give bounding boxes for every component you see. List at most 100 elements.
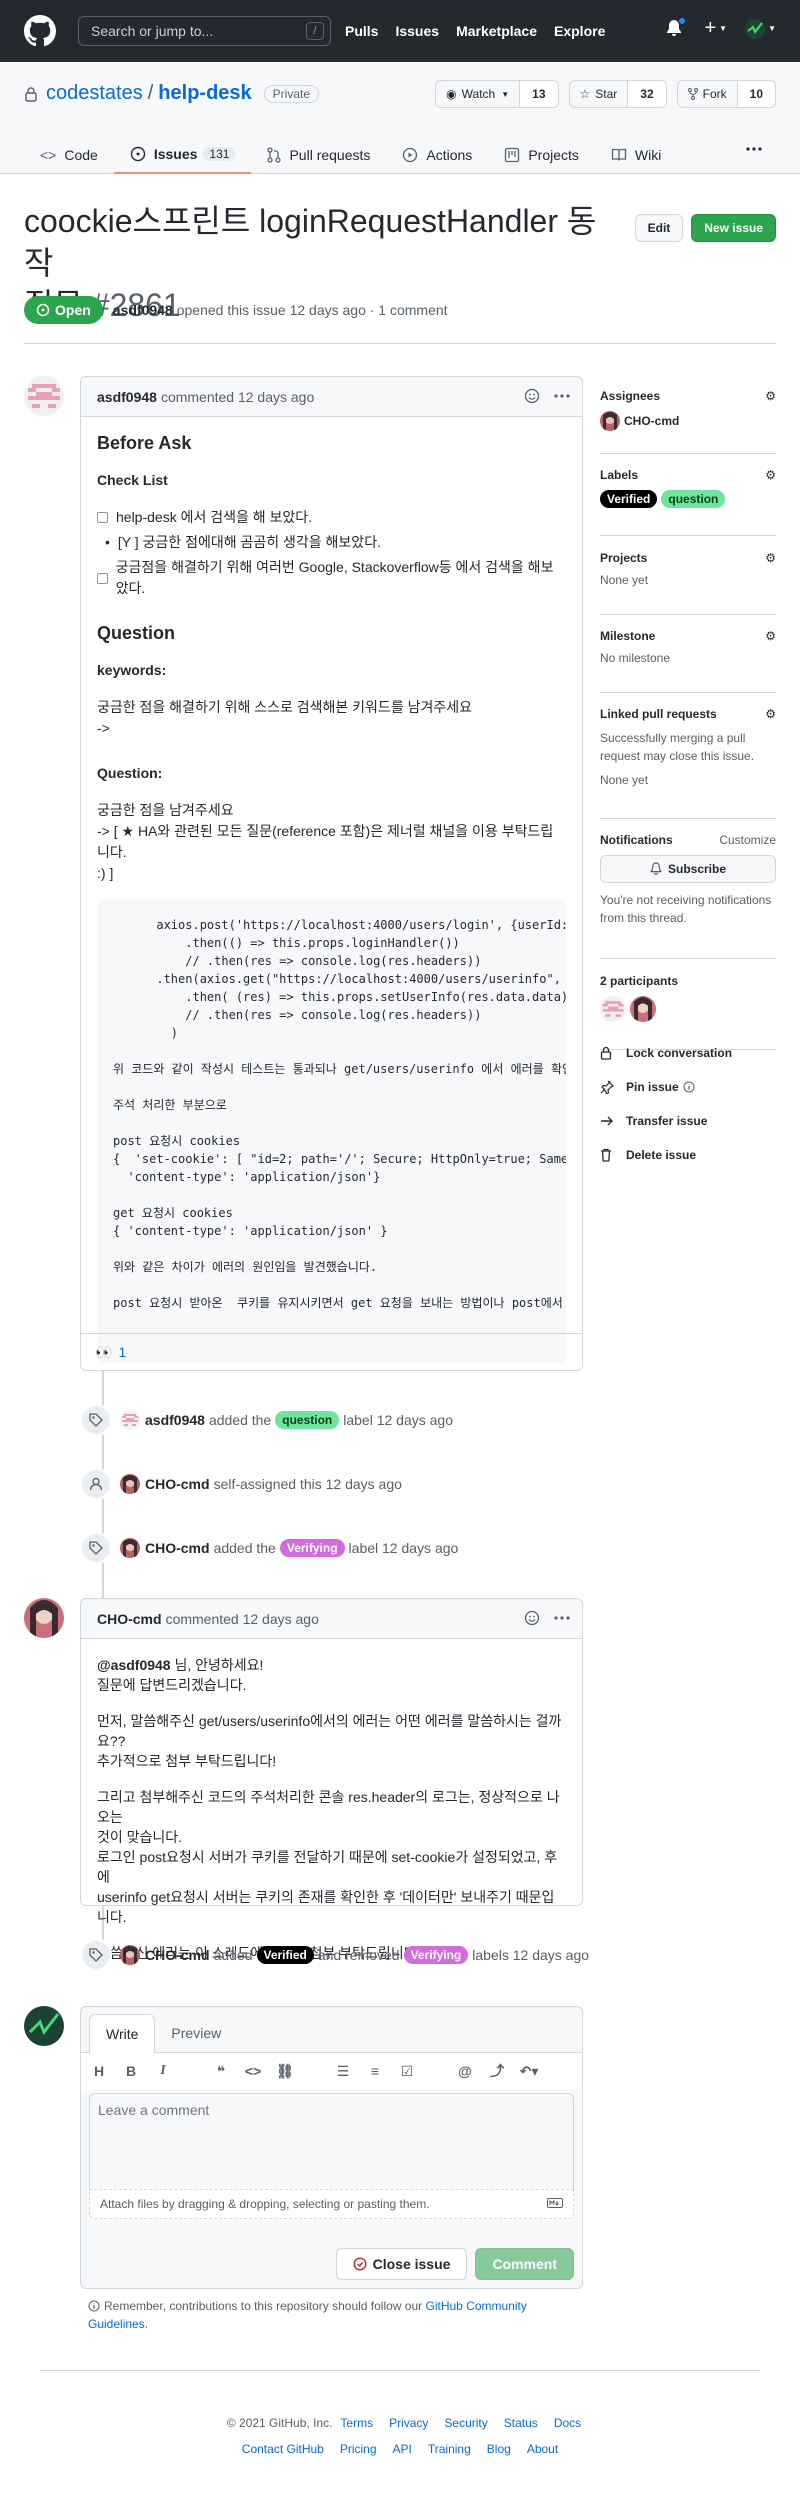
comment-author[interactable]: asdf0948 — [97, 389, 157, 405]
kebab-horizontal-icon[interactable] — [746, 147, 762, 151]
tab-wiki[interactable]: Wiki — [595, 136, 677, 174]
footer-link-training[interactable]: Training — [428, 2442, 471, 2456]
reply-icon[interactable]: ↶▾ — [519, 2063, 539, 2080]
tab-preview[interactable]: Preview — [155, 2014, 237, 2052]
fork-count[interactable]: 10 — [736, 81, 775, 107]
tab-actions[interactable]: Actions — [386, 136, 488, 174]
comment-meta[interactable]: commented 12 days ago — [161, 389, 314, 405]
label-verifying[interactable]: Verifying — [279, 1539, 345, 1557]
github-logo-icon[interactable] — [24, 15, 56, 47]
footer-link-pricing[interactable]: Pricing — [340, 2442, 377, 2456]
footer-link-api[interactable]: API — [393, 2442, 412, 2456]
event-actor[interactable]: asdf0948 — [145, 1412, 205, 1428]
repo-owner-link[interactable]: codestates — [46, 82, 143, 105]
star-button[interactable]: ☆ Star 32 — [568, 80, 667, 108]
heading-icon[interactable]: H — [89, 2063, 109, 2079]
avatar[interactable] — [24, 1598, 64, 1638]
comment-meta[interactable]: commented 12 days ago — [166, 1611, 319, 1627]
bell-icon[interactable] — [666, 16, 687, 38]
checkbox[interactable] — [97, 572, 108, 584]
tab-write[interactable]: Write — [89, 2014, 156, 2053]
attach-files-area[interactable]: Attach files by dragging & dropping, sel… — [89, 2189, 574, 2219]
task-list-icon[interactable]: ☑ — [397, 2063, 417, 2080]
reaction-eyes-button[interactable]: 👀 1 — [95, 1344, 126, 1361]
event-actor[interactable]: CHO-cmd — [145, 1947, 210, 1963]
star-count[interactable]: 32 — [627, 81, 666, 107]
comment-button[interactable]: Comment — [475, 2248, 574, 2280]
avatar[interactable] — [120, 1474, 140, 1494]
issue-author-link[interactable]: asdf0948 — [113, 302, 173, 318]
smiley-icon[interactable] — [524, 1610, 540, 1626]
tab-issues[interactable]: Issues 131 — [113, 136, 252, 174]
label-verified[interactable]: Verified — [256, 1946, 314, 1964]
customize-link[interactable]: Customize — [719, 833, 776, 847]
avatar[interactable] — [120, 1538, 140, 1558]
create-new-dropdown-icon[interactable]: + ▼ — [704, 17, 727, 40]
sidebar-section-title[interactable]: Assignees ⚙ — [600, 389, 776, 403]
label-question[interactable]: question — [661, 490, 726, 508]
avatar[interactable] — [120, 1945, 140, 1965]
tab-pull-requests[interactable]: Pull requests — [251, 136, 386, 174]
footer-link-status[interactable]: Status — [504, 2416, 538, 2430]
watch-count[interactable]: 13 — [519, 81, 558, 107]
new-issue-button[interactable]: New issue — [691, 214, 776, 242]
label-verifying[interactable]: Verifying — [403, 1946, 469, 1964]
avatar[interactable] — [600, 996, 626, 1022]
cross-reference-icon[interactable]: ⤴ — [487, 2061, 507, 2081]
sidebar-section-title[interactable]: Linked pull requests ⚙ — [600, 707, 776, 721]
comment-author[interactable]: CHO-cmd — [97, 1611, 162, 1627]
gear-icon[interactable]: ⚙ — [765, 389, 776, 403]
footer-link-contact[interactable]: Contact GitHub — [242, 2442, 324, 2456]
checkbox[interactable] — [97, 512, 108, 523]
event-actor[interactable]: CHO-cmd — [145, 1476, 210, 1492]
nav-marketplace[interactable]: Marketplace — [456, 23, 537, 39]
avatar[interactable] — [120, 1410, 140, 1430]
tab-projects[interactable]: Projects — [488, 136, 595, 174]
sidebar-section-title[interactable]: Labels ⚙ — [600, 468, 776, 482]
pin-issue-button[interactable]: Pin issue — [600, 1080, 703, 1094]
search-input[interactable]: Search or jump to... / — [78, 16, 331, 46]
kebab-horizontal-icon[interactable] — [554, 1610, 570, 1626]
gear-icon[interactable]: ⚙ — [765, 707, 776, 721]
footer-link-privacy[interactable]: Privacy — [389, 2416, 428, 2430]
gear-icon[interactable]: ⚙ — [765, 468, 776, 482]
subscribe-button[interactable]: Subscribe — [600, 855, 776, 883]
italic-icon[interactable]: I — [153, 2063, 173, 2079]
code-icon[interactable]: <> — [243, 2063, 263, 2079]
smiley-icon[interactable] — [524, 388, 540, 404]
label-question[interactable]: question — [275, 1411, 340, 1429]
unordered-list-icon[interactable]: ☰ — [333, 2063, 353, 2080]
label-verified[interactable]: Verified — [600, 490, 658, 508]
user-mention-link[interactable]: @asdf0948 — [97, 1657, 171, 1673]
avatar[interactable] — [630, 996, 656, 1022]
link-icon[interactable]: ⛓ — [275, 2063, 295, 2080]
footer-link-security[interactable]: Security — [444, 2416, 487, 2430]
avatar[interactable]: ▼ — [745, 18, 776, 39]
nav-pulls[interactable]: Pulls — [345, 23, 378, 39]
footer-link-terms[interactable]: Terms — [340, 2416, 373, 2430]
comment-textarea[interactable]: Leave a comment — [89, 2093, 574, 2189]
mention-icon[interactable]: @ — [455, 2063, 475, 2079]
gear-icon[interactable]: ⚙ — [765, 629, 776, 643]
transfer-issue-button[interactable]: Transfer issue — [600, 1114, 707, 1128]
sidebar-section-title[interactable]: Milestone ⚙ — [600, 629, 776, 643]
event-actor[interactable]: CHO-cmd — [145, 1540, 210, 1556]
footer-link-blog[interactable]: Blog — [487, 2442, 511, 2456]
info-icon[interactable] — [683, 1081, 703, 1093]
avatar[interactable] — [24, 2006, 64, 2046]
repo-name-link[interactable]: help-desk — [158, 82, 251, 105]
footer-link-docs[interactable]: Docs — [554, 2416, 581, 2430]
edit-button[interactable]: Edit — [634, 214, 684, 242]
kebab-horizontal-icon[interactable] — [554, 388, 570, 404]
footer-link-about[interactable]: About — [527, 2442, 558, 2456]
lock-conversation-button[interactable]: Lock conversation — [600, 1046, 732, 1060]
gear-icon[interactable]: ⚙ — [765, 551, 776, 565]
bold-icon[interactable]: B — [121, 2063, 141, 2079]
nav-issues[interactable]: Issues — [395, 23, 439, 39]
avatar[interactable] — [24, 376, 64, 416]
close-issue-button[interactable]: Close issue — [335, 2248, 468, 2280]
markdown-icon[interactable] — [547, 2198, 563, 2208]
watch-button[interactable]: ◉ Watch ▼ 13 — [435, 80, 559, 108]
fork-button[interactable]: Fork 10 — [676, 80, 776, 108]
ordered-list-icon[interactable]: ≡ — [365, 2063, 385, 2079]
